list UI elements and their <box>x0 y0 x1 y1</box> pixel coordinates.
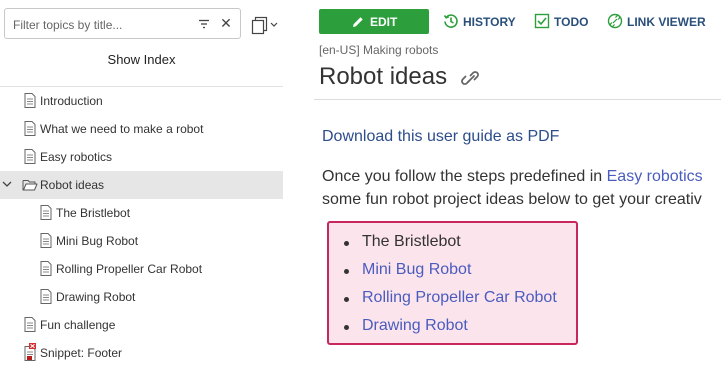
project-link-mini-bug-robot[interactable]: Mini Bug Robot <box>343 261 471 279</box>
breadcrumb[interactable]: [en-US] Making robots <box>319 43 438 57</box>
history-label: HISTORY <box>463 15 516 29</box>
toc-item-label: Drawing Robot <box>56 290 136 304</box>
easy-robotics-link[interactable]: Easy robotics <box>607 168 703 185</box>
toc-item-mini-bug-robot[interactable]: Mini Bug Robot <box>0 227 283 255</box>
toc-item-label: The Bristlebot <box>56 206 131 220</box>
toc-item-robot-ideas[interactable]: Robot ideas <box>0 171 283 199</box>
link-viewer-label: LINK VIEWER <box>627 15 706 29</box>
page-icon <box>24 93 36 108</box>
page-icon <box>40 261 52 276</box>
toc-item-label: Mini Bug Robot <box>56 234 139 248</box>
toc-item-easy-robotics[interactable]: Easy robotics <box>0 143 283 171</box>
toc-item-label: Robot ideas <box>40 178 105 192</box>
download-pdf-link[interactable]: Download this user guide as PDF <box>322 128 559 146</box>
todo-label: TODO <box>554 15 589 29</box>
toc-item-label: Introduction <box>40 94 103 108</box>
page-icon <box>40 289 52 304</box>
page-icon <box>24 121 36 136</box>
checkbox-icon <box>534 13 550 29</box>
toc-item-label: Snippet: Footer <box>40 346 123 360</box>
toc-item-bristlebot[interactable]: The Bristlebot <box>0 199 283 227</box>
toc-item-label: Easy robotics <box>40 150 113 164</box>
toc-item-what-we-need[interactable]: What we need to make a robot <box>0 115 283 143</box>
edit-button[interactable]: EDIT <box>319 9 429 34</box>
filter-topics-input[interactable] <box>13 16 188 33</box>
toc-item-introduction[interactable]: Introduction <box>0 87 283 115</box>
edit-button-label: EDIT <box>370 15 398 29</box>
folder-open-icon <box>22 180 38 191</box>
permalink-icon[interactable] <box>460 68 482 90</box>
intro-paragraph-line-2: some fun robot project ideas below to ge… <box>322 191 702 208</box>
page-title: Robot ideas <box>319 63 448 90</box>
toc-item-fun-challenge[interactable]: Fun challenge <box>0 311 283 339</box>
show-index-button[interactable]: Show Index <box>0 52 283 72</box>
toc-item-snippet-footer[interactable]: Snippet: Footer <box>0 339 283 365</box>
intro-text: Once you follow the steps predefined in <box>322 168 607 185</box>
toc-item-label: Fun challenge <box>40 318 116 332</box>
toc-item-rolling-propeller[interactable]: Rolling Propeller Car Robot <box>0 255 283 283</box>
toc-item-drawing-robot[interactable]: Drawing Robot <box>0 283 283 311</box>
chevron-down-icon[interactable] <box>2 180 12 188</box>
clear-filter-icon[interactable]: ✕ <box>220 16 232 30</box>
filter-funnel-icon[interactable] <box>198 19 210 29</box>
filter-box: ✕ <box>4 8 241 39</box>
page-icon <box>24 317 36 332</box>
pencil-icon <box>353 17 363 27</box>
page-icon <box>40 205 52 220</box>
project-link-drawing-robot[interactable]: Drawing Robot <box>344 317 468 335</box>
history-icon <box>443 14 458 28</box>
project-link-rolling-propeller[interactable]: Rolling Propeller Car Robot <box>344 289 557 307</box>
toc-item-label: What we need to make a robot <box>40 122 204 136</box>
page-icon <box>24 149 36 164</box>
project-ideas-box: The Bristlebot Mini Bug Robot Rolling Pr… <box>327 221 578 345</box>
intro-paragraph-line-1: Once you follow the steps predefined in … <box>322 168 703 186</box>
page-icon <box>40 233 52 248</box>
sidebar-options-icon[interactable] <box>251 15 281 35</box>
toc-item-label: Rolling Propeller Car Robot <box>56 262 203 276</box>
project-item-bristlebot: The Bristlebot <box>344 233 461 250</box>
snippet-error-icon <box>24 343 36 361</box>
divider <box>314 99 721 100</box>
link-viewer-icon <box>607 13 623 29</box>
sidebar: ✕ Show Index Introduction What we need t… <box>0 0 283 365</box>
